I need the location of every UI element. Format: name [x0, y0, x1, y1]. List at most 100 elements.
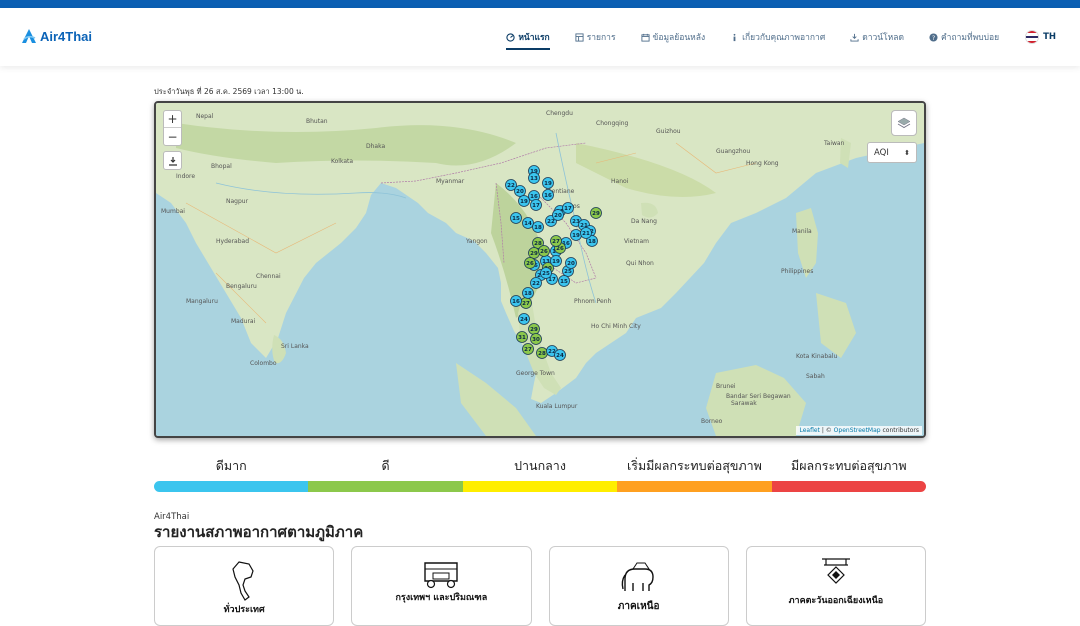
place-label-chongqing: Chongqing	[596, 120, 629, 127]
aqi-station-marker[interactable]: 20	[552, 209, 564, 221]
region-cards: ทั่วประเทศ กรุงเทพฯ และปริมณฑล ภาคเหนือ …	[154, 546, 926, 626]
region-card-label: ภาคตะวันออกเฉียงเหนือ	[788, 596, 884, 606]
marker-value: 18	[588, 239, 596, 245]
index-select[interactable]: AQI ⬍	[867, 142, 917, 163]
aqi-station-marker[interactable]: 20	[514, 185, 526, 197]
download-icon	[850, 33, 859, 42]
place-label-sarawak: Sarawak	[731, 400, 757, 407]
aqi-station-marker[interactable]: 26	[538, 245, 550, 257]
aqi-station-marker[interactable]: 27	[520, 297, 532, 309]
aqi-station-marker[interactable]: 24	[554, 349, 566, 361]
aqi-station-marker[interactable]: 19	[550, 255, 562, 267]
pavilion-icon	[821, 558, 850, 584]
calendar-icon	[640, 33, 650, 42]
place-label-brunei: Brunei	[716, 383, 736, 390]
layers-icon	[897, 117, 911, 129]
nav-about[interactable]: เกี่ยวกับคุณภาพอากาศ	[730, 26, 825, 48]
place-label-vietnam: Vietnam	[624, 238, 649, 245]
marker-value: 25	[564, 269, 572, 275]
gauge-icon	[506, 32, 515, 42]
marker-value: 15	[560, 279, 568, 285]
place-label-mumbai: Mumbai	[161, 208, 185, 215]
aqi-station-marker[interactable]: 17	[530, 199, 542, 211]
legend-swatch-very-good	[154, 481, 309, 492]
marker-value: 27	[552, 239, 560, 245]
map-attribution: Leaflet | © OpenStreetMap contributors	[796, 426, 922, 435]
aqi-station-marker[interactable]: 25	[540, 267, 552, 279]
section-title: รายงานสภาพอากาศตามภูมิภาค	[154, 523, 364, 541]
region-card-northeast[interactable]: ภาคตะวันออกเฉียงเหนือ	[745, 546, 926, 626]
aqi-station-marker[interactable]: 31	[516, 331, 528, 343]
locate-button[interactable]	[163, 151, 182, 170]
osm-link[interactable]: OpenStreetMap	[834, 427, 881, 434]
aqi-station-marker[interactable]: 27	[550, 235, 562, 247]
aqi-station-marker[interactable]: 18	[532, 221, 544, 233]
aqi-station-marker[interactable]: 29	[528, 323, 540, 335]
nav-faq[interactable]: ? คำถามที่พบบ่อย	[929, 26, 999, 48]
layers-button[interactable]	[891, 110, 917, 136]
aqi-station-marker[interactable]: 16	[510, 295, 522, 307]
aqi-station-marker[interactable]: 16	[542, 189, 554, 201]
place-label-nepal: Nepal	[196, 113, 214, 120]
index-select-value: AQI	[874, 147, 889, 158]
place-label-kuala-lumpur: Kuala Lumpur	[536, 403, 578, 410]
nav-list[interactable]: รายการ	[575, 26, 616, 48]
zoom-in-button[interactable]: +	[164, 111, 181, 128]
svg-text:?: ?	[932, 34, 935, 41]
aqi-station-marker[interactable]: 24	[518, 313, 530, 325]
marker-value: 16	[544, 193, 552, 199]
marker-value: 18	[524, 291, 532, 297]
aqi-station-marker[interactable]: 15	[558, 275, 570, 287]
region-card-label: ภาคเหนือ	[617, 601, 660, 612]
marker-value: 17	[564, 206, 572, 212]
zoom-out-button[interactable]: −	[164, 128, 181, 145]
marker-value: 27	[522, 301, 530, 307]
marker-value: 26	[526, 261, 534, 267]
marker-value: 22	[507, 183, 515, 189]
list-icon	[575, 32, 584, 42]
aqi-station-marker[interactable]: 17	[562, 202, 574, 214]
aqi-station-marker[interactable]: 19	[518, 195, 530, 207]
place-label-kolkata: Kolkata	[331, 158, 353, 165]
aqi-station-marker[interactable]: 19	[570, 229, 582, 241]
nav-faq-label: คำถามที่พบบ่อย	[941, 33, 1000, 43]
aqi-station-marker[interactable]: 29	[528, 247, 540, 259]
map-basemap: Nepal Bhutan Chengdu Chongqing Guizhou G…	[156, 103, 924, 436]
aqi-station-marker[interactable]: 27	[522, 343, 534, 355]
nav-about-label: เกี่ยวกับคุณภาพอากาศ	[742, 33, 826, 43]
marker-value: 31	[518, 335, 526, 341]
leaflet-link[interactable]: Leaflet	[799, 427, 819, 434]
aqi-station-marker[interactable]: 21	[580, 227, 592, 239]
aqi-station-marker[interactable]: 18	[522, 287, 534, 299]
aqi-station-marker[interactable]: 30	[530, 333, 542, 345]
nav-list-label: รายการ	[586, 33, 616, 43]
place-label-myanmar: Myanmar	[436, 178, 465, 185]
aqi-station-marker[interactable]: 13	[528, 172, 540, 184]
nav-download-label: ดาวน์โหลด	[862, 33, 904, 43]
aqi-station-marker[interactable]: 15	[510, 212, 522, 224]
aqi-station-marker[interactable]: 14	[522, 217, 534, 229]
region-card-north[interactable]: ภาคเหนือ	[548, 546, 729, 626]
nav-download[interactable]: ดาวน์โหลด	[850, 26, 904, 48]
brand-logo[interactable]: Air4Thai	[21, 28, 92, 44]
place-label-kota-kinabalu: Kota Kinabalu	[796, 353, 837, 360]
region-card-bangkok[interactable]: กรุงเทพฯ และปริมณฑล	[351, 546, 532, 626]
aqi-station-marker[interactable]: 28	[536, 347, 548, 359]
language-switcher[interactable]: TH	[1025, 30, 1056, 44]
aqi-station-marker[interactable]: 26	[524, 257, 536, 269]
marker-value: 27	[524, 347, 532, 353]
marker-value: 29	[530, 251, 538, 257]
aqi-station-marker[interactable]: 20	[565, 257, 577, 269]
place-label-indore: Indore	[176, 173, 195, 180]
aqi-map[interactable]: Nepal Bhutan Chengdu Chongqing Guizhou G…	[154, 101, 926, 438]
marker-value: 28	[538, 351, 546, 357]
region-card-nationwide[interactable]: ทั่วประเทศ	[154, 546, 335, 626]
aqi-station-marker[interactable]: 22	[530, 277, 542, 289]
aqi-station-marker[interactable]: 29	[590, 207, 602, 219]
place-label-phnom-penh: Phnom Penh	[574, 298, 612, 305]
nav-home[interactable]: หน้าแรก	[506, 26, 551, 50]
marker-value: 17	[548, 277, 556, 283]
aqi-station-marker[interactable]: 19	[542, 177, 554, 189]
nav-history[interactable]: ข้อมูลย้อนหลัง	[640, 26, 705, 48]
marker-value: 30	[532, 337, 540, 343]
